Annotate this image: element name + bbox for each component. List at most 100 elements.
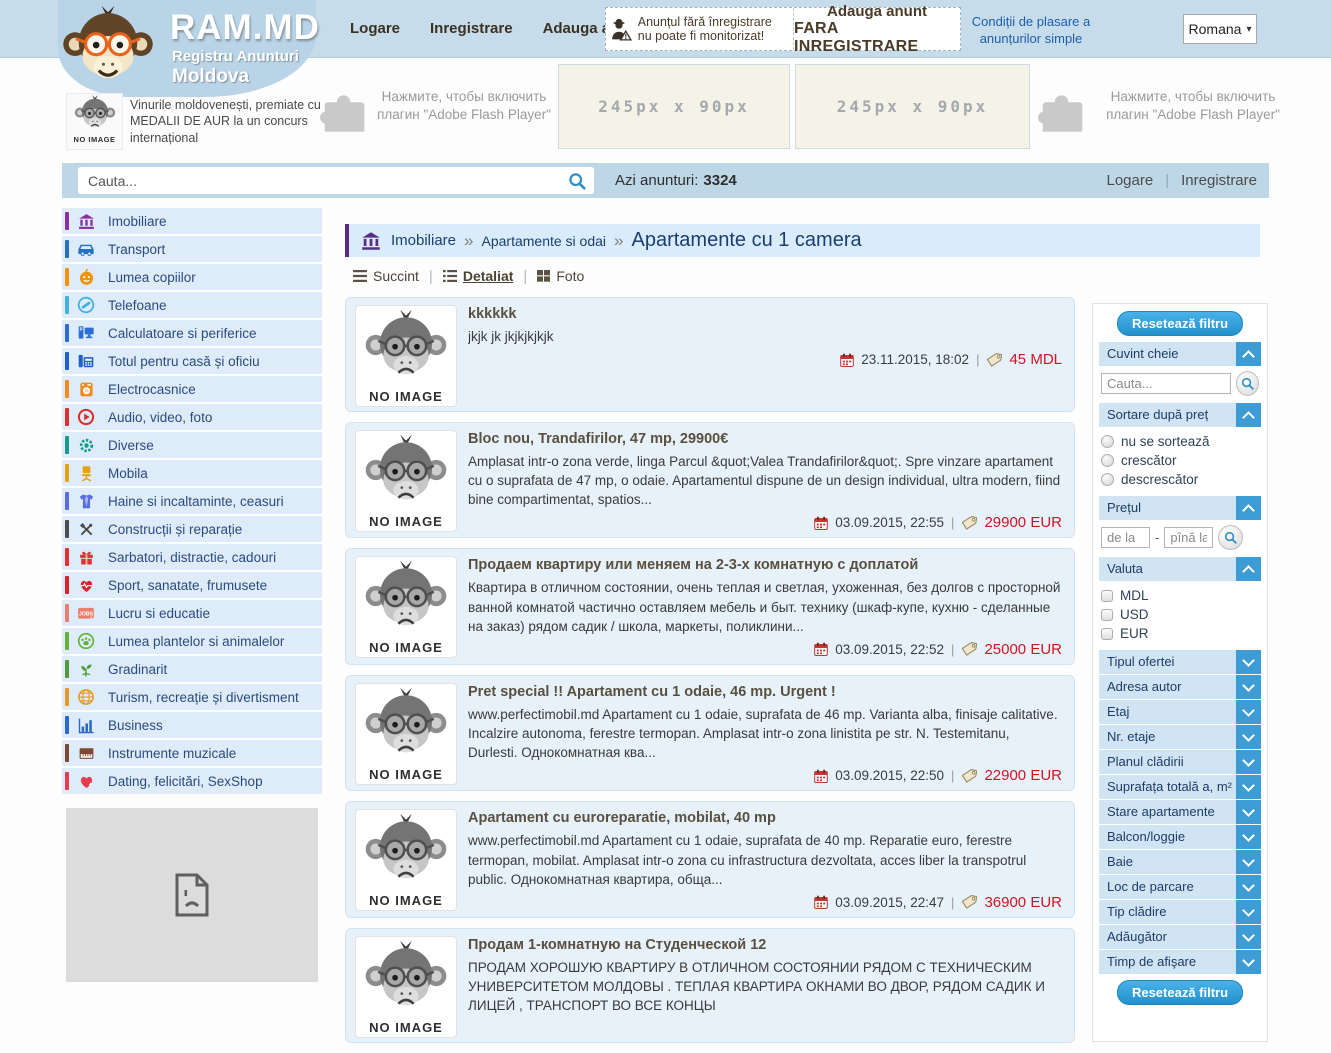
radio-icon[interactable]: [1101, 435, 1114, 448]
filter-header-planul-cladirii[interactable]: Planul clădirii: [1099, 750, 1261, 774]
filter-header-adresa-autor[interactable]: Adresa autor: [1099, 675, 1261, 699]
sidebar-item-lumea-copiilor[interactable]: Lumea copiilor: [62, 264, 322, 290]
listing-title[interactable]: Pret special !! Apartament cu 1 odaie, 4…: [468, 684, 1062, 700]
collapse-toggle[interactable]: [1236, 675, 1261, 699]
sidebar-item-imobiliare[interactable]: Imobiliare: [62, 208, 322, 234]
sidebar-item-turism[interactable]: Turism, recreație și divertisment: [62, 684, 322, 710]
ad-placeholder-2[interactable]: 245px x 90px: [795, 64, 1030, 149]
filter-header-stare-apartamente[interactable]: Stare apartamente: [1099, 800, 1261, 824]
radio-icon[interactable]: [1101, 454, 1114, 467]
collapse-toggle[interactable]: [1236, 850, 1261, 874]
sidebar-item-casa-oficiu[interactable]: Totul pentru casă și oficiu: [62, 348, 322, 374]
nav-login-link[interactable]: Logare: [350, 20, 400, 37]
placement-conditions-link[interactable]: Condiții de plasare a anunțurilor simple: [963, 14, 1099, 48]
breadcrumb-apartamente-si-odai[interactable]: Apartamente si odai: [482, 233, 607, 249]
sidebar-item-gradinarit[interactable]: Gradinarit: [62, 656, 322, 682]
currency-option-usd[interactable]: USD: [1101, 605, 1259, 624]
sidebar-item-plante-animale[interactable]: Lumea plantelor si animalelor: [62, 628, 322, 654]
sidebar-item-dating[interactable]: Dating, felicitări, SexShop: [62, 768, 322, 794]
language-selector[interactable]: Romana ▾: [1183, 14, 1257, 44]
sidebar-item-audio-video-foto[interactable]: Audio, video, foto: [62, 404, 322, 430]
filter-header-balcon-loggie[interactable]: Balcon/loggie: [1099, 825, 1261, 849]
listing-title[interactable]: Продаем квартиру или меняем на 2-3-х ком…: [468, 557, 1062, 573]
filter-header-loc-de-parcare[interactable]: Loc de parcare: [1099, 875, 1261, 899]
sidebar-item-business[interactable]: Business: [62, 712, 322, 738]
checkbox-icon[interactable]: [1101, 628, 1113, 640]
listing-card[interactable]: NO IMAGE Bloc nou, Trandafirilor, 47 mp,…: [345, 422, 1075, 538]
filter-header-nr-etaje[interactable]: Nr. etaje: [1099, 725, 1261, 749]
filter-header-valuta[interactable]: Valuta: [1099, 557, 1261, 581]
currency-option-eur[interactable]: EUR: [1101, 624, 1259, 643]
collapse-toggle[interactable]: [1236, 750, 1261, 774]
keyword-search-button[interactable]: [1236, 371, 1259, 396]
reset-filter-button[interactable]: Resetează filtru: [1117, 311, 1243, 336]
filter-header-sortare[interactable]: Sortare după preț: [1099, 403, 1261, 427]
flash-plugin-hint[interactable]: Нажмите, чтобы включить плагин "Adobe Fl…: [372, 88, 556, 124]
tab-detaliat[interactable]: Detaliat: [443, 268, 514, 284]
tab-foto[interactable]: Foto: [537, 268, 584, 284]
filter-header-tip-cladire[interactable]: Tip clădire: [1099, 900, 1261, 924]
register-link[interactable]: Inregistrare: [1181, 172, 1257, 189]
filter-header-pretul[interactable]: Prețul: [1099, 496, 1261, 520]
listing-thumbnail[interactable]: NO IMAGE: [355, 809, 457, 911]
sidebar-item-diverse[interactable]: Diverse: [62, 432, 322, 458]
listing-title[interactable]: Bloc nou, Trandafirilor, 47 mp, 29900€: [468, 431, 1062, 447]
collapse-toggle[interactable]: [1236, 825, 1261, 849]
sidebar-item-constructii[interactable]: Construcții și reparație: [62, 516, 322, 542]
collapse-toggle[interactable]: [1236, 950, 1261, 974]
listing-title[interactable]: Продам 1-комнатную на Студенческой 12: [468, 937, 1062, 953]
sidebar-item-electrocasnice[interactable]: Electrocasnice: [62, 376, 322, 402]
sidebar-item-sport[interactable]: Sport, sanatate, frumusete: [62, 572, 322, 598]
price-from-input[interactable]: [1101, 527, 1150, 548]
sidebar-item-mobila[interactable]: Mobila: [62, 460, 322, 486]
filter-header-baie[interactable]: Baie: [1099, 850, 1261, 874]
collapse-toggle[interactable]: [1236, 650, 1261, 674]
filter-header-timp-de-afisare[interactable]: Timp de afişare: [1099, 950, 1261, 974]
filter-header-tipul-ofertei[interactable]: Tipul ofertei: [1099, 650, 1261, 674]
price-search-button[interactable]: [1218, 525, 1243, 550]
collapse-toggle[interactable]: [1236, 925, 1261, 949]
listing-title[interactable]: kkkkkk: [468, 306, 1062, 322]
collapse-toggle[interactable]: [1236, 775, 1261, 799]
puzzle-plugin-icon[interactable]: [318, 83, 370, 135]
search-input[interactable]: [78, 167, 594, 194]
collapse-toggle[interactable]: [1236, 900, 1261, 924]
tab-succint[interactable]: Succint: [353, 268, 419, 284]
filter-header-suprafata-totala[interactable]: Suprafața totală a, m²: [1099, 775, 1261, 799]
sidebar-item-telefoane[interactable]: Telefoane: [62, 292, 322, 318]
listing-thumbnail[interactable]: NO IMAGE: [355, 556, 457, 658]
listing-card[interactable]: NO IMAGE Продам 1-комнатную на Студенчес…: [345, 928, 1075, 1043]
filter-header-cuvint-cheie[interactable]: Cuvint cheie: [1099, 342, 1261, 366]
login-link[interactable]: Logare: [1107, 172, 1154, 189]
promo-banner-text[interactable]: Vinurile moldovenești, premiate cu MEDAL…: [130, 97, 326, 146]
sidebar-item-haine[interactable]: Haine si incaltaminte, ceasuri: [62, 488, 322, 514]
sort-option-none[interactable]: nu se sortează: [1101, 432, 1259, 451]
breadcrumb-imobiliare[interactable]: Imobiliare: [391, 232, 456, 249]
collapse-toggle[interactable]: [1236, 725, 1261, 749]
sort-option-ascending[interactable]: crescător: [1101, 451, 1259, 470]
collapse-toggle[interactable]: [1236, 342, 1261, 366]
sidebar-item-instrumente[interactable]: Instrumente muzicale: [62, 740, 322, 766]
collapse-toggle[interactable]: [1236, 875, 1261, 899]
filter-header-adaugator[interactable]: Adăugător: [1099, 925, 1261, 949]
checkbox-icon[interactable]: [1101, 590, 1113, 602]
collapse-toggle[interactable]: [1236, 403, 1261, 427]
listing-thumbnail[interactable]: NO IMAGE: [355, 305, 457, 407]
filter-header-etaj[interactable]: Etaj: [1099, 700, 1261, 724]
collapse-toggle[interactable]: [1236, 557, 1261, 581]
sidebar-item-transport[interactable]: Transport: [62, 236, 322, 262]
collapse-toggle[interactable]: [1236, 800, 1261, 824]
radio-icon[interactable]: [1101, 473, 1114, 486]
keyword-filter-input[interactable]: [1101, 373, 1231, 394]
sidebar-item-sarbatori[interactable]: Sarbatori, distractie, cadouri: [62, 544, 322, 570]
puzzle-plugin-icon[interactable]: [1036, 83, 1088, 135]
listing-card[interactable]: NO IMAGE Продаем квартиру или меняем на …: [345, 548, 1075, 664]
price-to-input[interactable]: [1164, 527, 1213, 548]
sidebar-item-lucru[interactable]: JOBS Lucru si educatie: [62, 600, 322, 626]
listing-card[interactable]: NO IMAGE Apartament cu euroreparatie, mo…: [345, 801, 1075, 917]
listing-title[interactable]: Apartament cu euroreparatie, mobilat, 40…: [468, 810, 1062, 826]
sidebar-item-calculatoare[interactable]: Calculatoare si periferice: [62, 320, 322, 346]
listing-thumbnail[interactable]: NO IMAGE: [355, 430, 457, 532]
currency-option-mdl[interactable]: MDL: [1101, 586, 1259, 605]
nav-register-link[interactable]: Inregistrare: [430, 20, 513, 37]
